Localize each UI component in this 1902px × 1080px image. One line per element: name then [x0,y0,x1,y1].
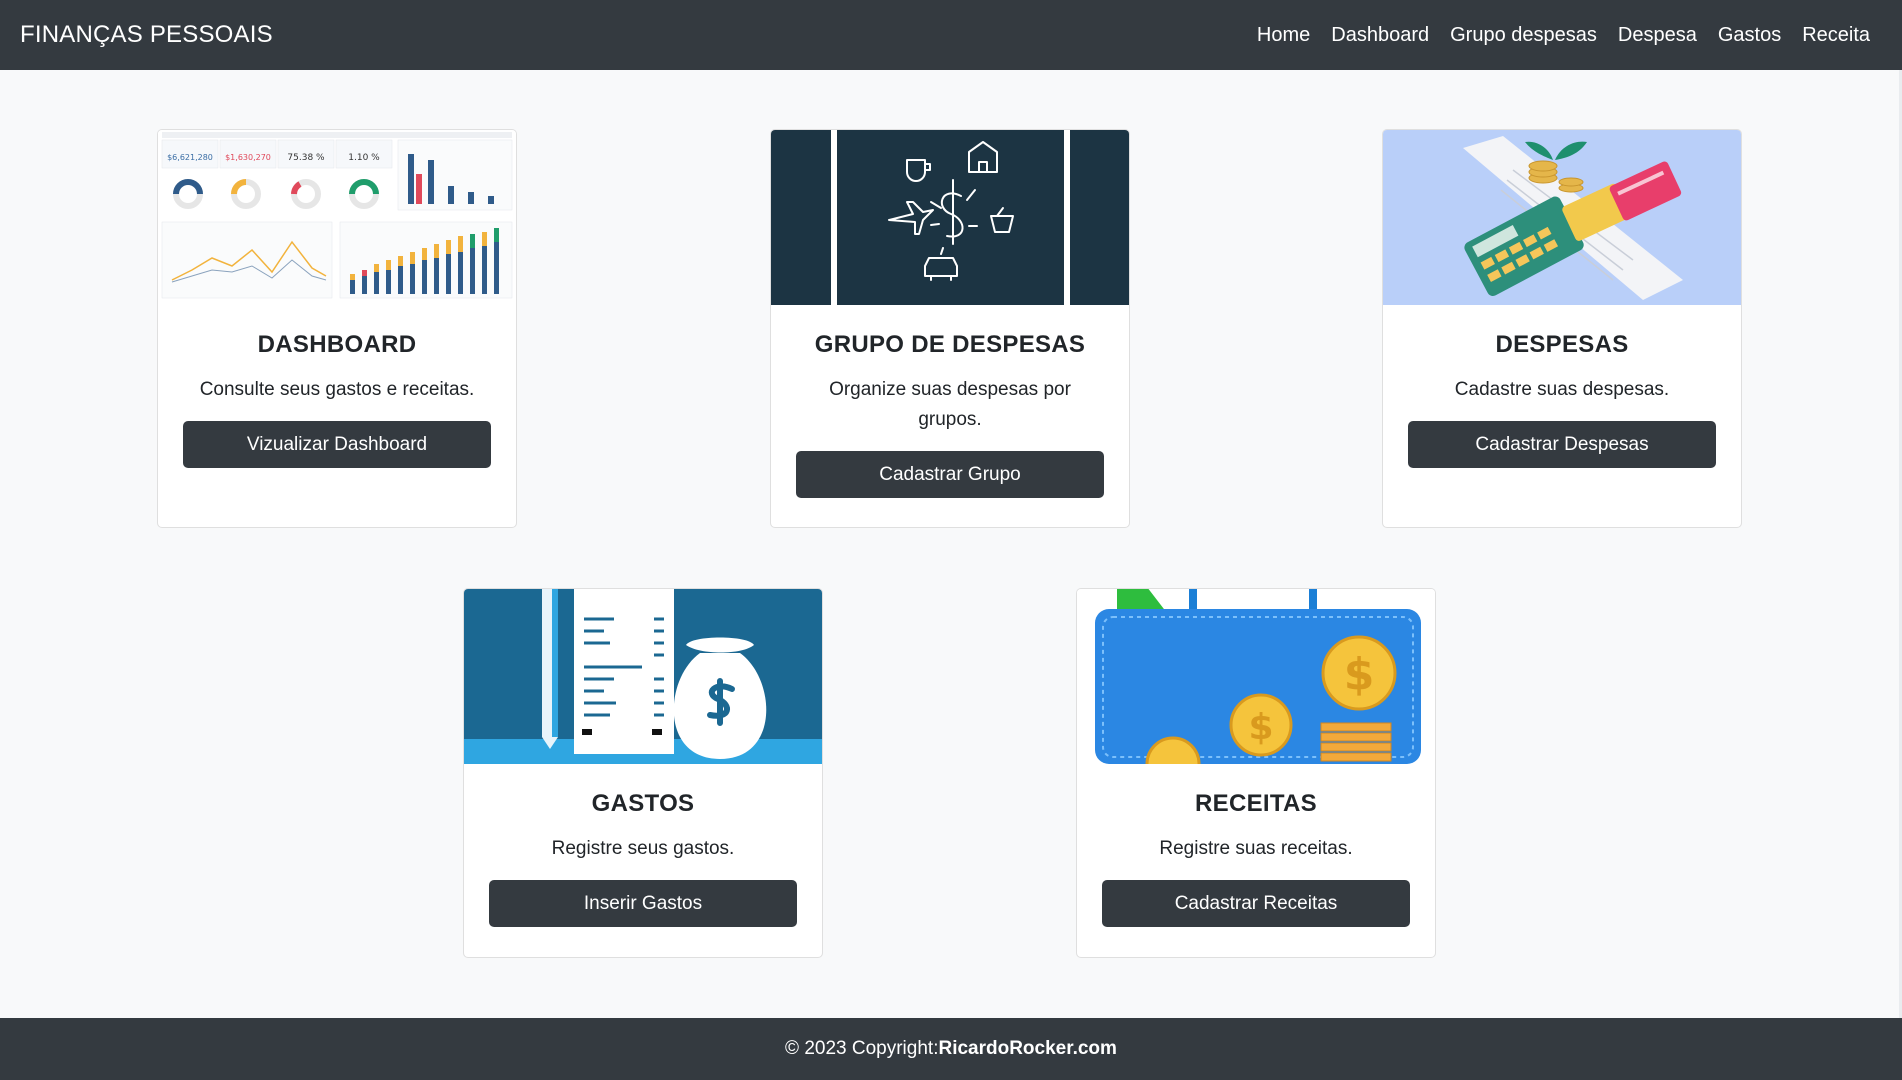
card-title: GASTOS [591,790,695,817]
svg-text:$: $ [1248,707,1273,748]
card-title: DASHBOARD [257,331,417,358]
nav-despesa[interactable]: Despesa [1618,24,1697,47]
dashboard-thumbnail-image: $6,621,280 $1,630,270 75.38 % 1.10 % [158,130,516,305]
nav-receita[interactable]: Receita [1802,24,1870,47]
top-navbar: FINANÇAS PESSOAIS Home Dashboard Grupo d… [0,0,1902,70]
card-text: Registre suas receitas. [1159,838,1353,859]
card-title: RECEITAS [1195,790,1317,817]
card-grupo-despesas: GRUPO DE DESPESAS Organize suas despesas… [770,129,1130,528]
card-text: Consulte seus gastos e receitas. [199,379,475,400]
card-dashboard: $6,621,280 $1,630,270 75.38 % 1.10 % DAS… [157,129,517,528]
register-expenses-button[interactable]: Cadastrar Despesas [1408,421,1716,468]
calculator-cards-image [1383,130,1741,305]
kpi-value-4: 1.10 % [348,153,380,163]
briefcase-coins-image: $ $ [1077,589,1435,764]
insert-spending-button[interactable]: Inserir Gastos [489,880,797,927]
nav-home[interactable]: Home [1257,24,1310,47]
card-despesas: DESPESAS Cadastre suas despesas. Cadastr… [1382,129,1742,528]
expense-icons-image [771,130,1129,305]
kpi-value-2: $1,630,270 [225,153,271,162]
card-title: DESPESAS [1495,331,1629,358]
kpi-value-1: $6,621,280 [167,153,213,162]
nav-dashboard[interactable]: Dashboard [1331,24,1429,47]
card-text: Cadastre suas despesas. [1454,379,1670,400]
nav-grupo-despesas[interactable]: Grupo despesas [1450,24,1597,47]
footer-link[interactable]: RicardoRocker.com [938,1038,1116,1060]
receipt-moneybag-image [464,589,822,764]
footer-copyright: © 2023 Copyright: [785,1038,939,1059]
card-text: Registre seus gastos. [551,838,735,859]
svg-text:$: $ [1344,649,1375,700]
register-group-button[interactable]: Cadastrar Grupo [796,451,1104,498]
nav-gastos[interactable]: Gastos [1718,24,1781,47]
brand-title[interactable]: FINANÇAS PESSOAIS [20,21,273,49]
card-text: Organize suas despesas por grupos. [829,379,1071,430]
card-gastos: GASTOS Registre seus gastos. Inserir Gas… [463,588,823,958]
register-income-button[interactable]: Cadastrar Receitas [1102,880,1410,927]
view-dashboard-button[interactable]: Vizualizar Dashboard [183,421,491,468]
kpi-value-3: 75.38 % [287,153,325,163]
card-title: GRUPO DE DESPESAS [814,331,1086,358]
card-receitas: $ $ RECEITAS Registre suas receitas. Cad… [1076,588,1436,958]
footer: © 2023 Copyright: RicardoRocker.com [0,1018,1902,1080]
nav-links: Home Dashboard Grupo despesas Despesa Ga… [1257,24,1870,47]
